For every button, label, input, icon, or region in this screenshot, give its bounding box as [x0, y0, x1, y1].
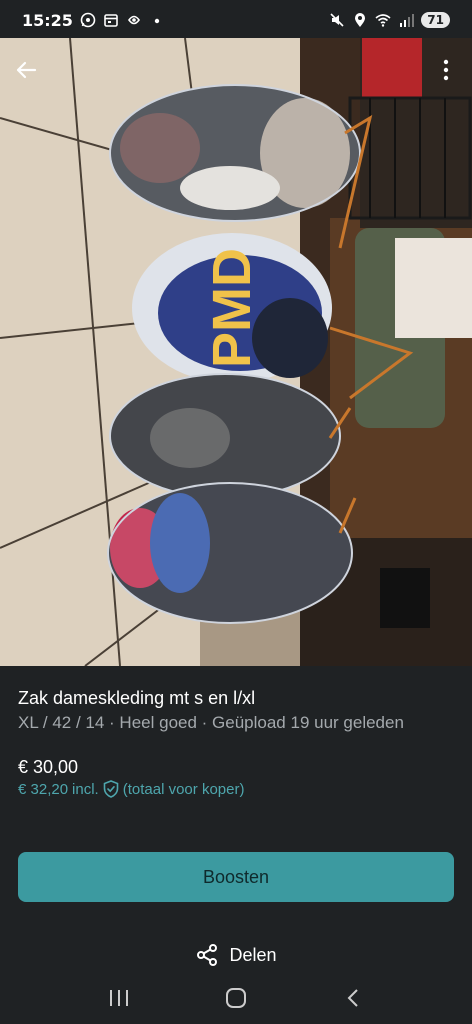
recent-apps-icon	[109, 990, 128, 1006]
boost-button[interactable]: Boosten	[18, 852, 454, 902]
chevron-left-icon	[347, 989, 359, 1007]
price-incl-buyer-protection[interactable]: € 32,20 incl. (totaal voor koper)	[18, 780, 244, 798]
location-icon	[355, 13, 366, 27]
back-button[interactable]	[12, 56, 40, 84]
wifi-icon	[375, 14, 391, 27]
share-button[interactable]: Delen	[0, 940, 472, 970]
signal-icon	[400, 14, 415, 27]
status-right: 71	[329, 12, 450, 28]
arrow-left-icon	[16, 61, 37, 79]
listing-price: € 30,00	[18, 757, 79, 777]
price-incl-label: incl.	[72, 780, 99, 798]
listing-meta: XL / 42 / 14 · Heel goed · Geüpload 19 u…	[18, 713, 404, 732]
system-nav-bar	[0, 976, 472, 1020]
mute-icon	[330, 13, 344, 27]
status-bar: 15:25 71	[0, 0, 472, 40]
listing-title: Zak dameskleding mt s en l/xl	[18, 688, 256, 708]
status-left: 15:25	[22, 11, 165, 30]
share-icon	[197, 944, 218, 966]
app-notification-icon	[127, 15, 140, 25]
svg-text:PMD: PMD	[202, 248, 262, 368]
shield-check-icon	[103, 780, 119, 798]
calendar-icon	[104, 14, 118, 27]
battery-indicator: 71	[421, 12, 450, 28]
status-time: 15:25	[22, 10, 73, 30]
dot-icon	[154, 18, 160, 24]
more-vertical-icon	[443, 59, 449, 81]
share-label: Delen	[229, 944, 277, 965]
price-incl-note: (totaal voor koper)	[122, 780, 245, 798]
home-icon	[225, 988, 246, 1008]
recent-apps-button[interactable]	[99, 978, 139, 1018]
listing-photo[interactable]: PMD	[0, 38, 472, 666]
price-incl-amount: € 32,20	[18, 780, 69, 798]
home-button[interactable]	[216, 978, 256, 1018]
whatsapp-icon	[80, 12, 96, 28]
photo-illustration: PMD	[0, 38, 472, 666]
back-nav-button[interactable]	[333, 978, 373, 1018]
more-options-button[interactable]	[434, 56, 458, 84]
